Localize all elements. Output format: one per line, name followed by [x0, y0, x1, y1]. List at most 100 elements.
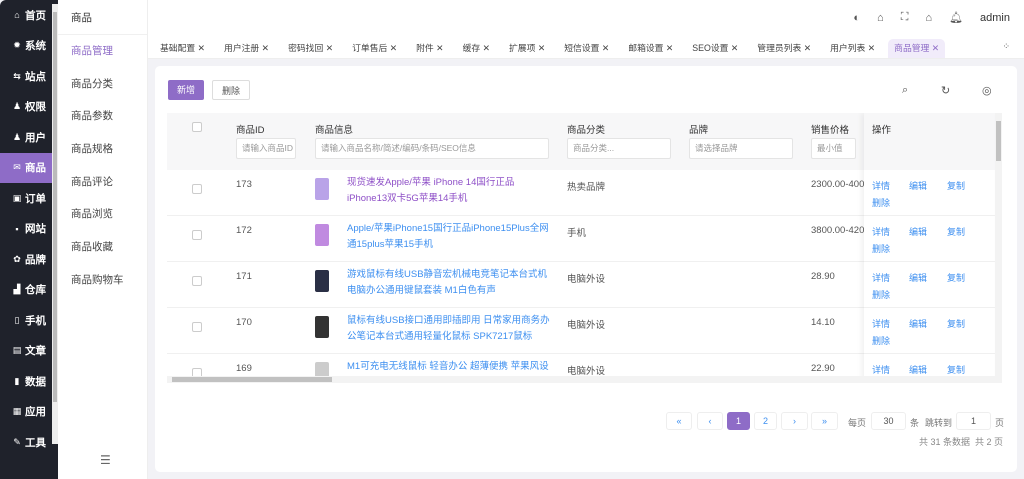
close-icon[interactable]: ✕	[195, 43, 205, 53]
tab-item[interactable]: 扩展项 ✕	[503, 39, 551, 58]
row-checkbox[interactable]	[192, 322, 202, 332]
product-title-link[interactable]: Apple/苹果iPhone15国行正品iPhone15Plus全网通15plu…	[347, 221, 552, 253]
close-icon[interactable]: ✕	[535, 43, 545, 53]
id-filter-input[interactable]: 请输入商品ID	[236, 138, 296, 159]
tab-item[interactable]: 用户列表 ✕	[824, 39, 881, 58]
sidebar-item-3[interactable]: ♟ 权限	[0, 92, 52, 123]
copy-link[interactable]: 复制	[947, 317, 965, 330]
edit-link[interactable]: 编辑	[909, 317, 927, 330]
sidebar-item-12[interactable]: ▮ 数据	[0, 366, 52, 397]
user-menu[interactable]: admin	[980, 12, 1010, 24]
edit-link[interactable]: 编辑	[909, 179, 927, 192]
tab-item[interactable]: 附件 ✕	[410, 39, 449, 58]
tab-item[interactable]: 管理员列表 ✕	[751, 39, 817, 58]
product-thumbnail[interactable]	[315, 316, 329, 338]
submenu-item[interactable]: 商品评论	[58, 166, 147, 199]
last-page-button[interactable]: »	[811, 412, 838, 430]
settings-icon[interactable]: ◎	[982, 84, 992, 97]
price-min-input[interactable]: 最小值	[811, 138, 856, 159]
product-title-link[interactable]: 现货速发Apple/苹果 iPhone 14国行正品iPhone13双卡5G苹果…	[347, 175, 552, 207]
product-thumbnail[interactable]	[315, 178, 329, 200]
tab-item[interactable]: 用户注册 ✕	[218, 39, 275, 58]
sidebar-item-8[interactable]: ✿ 品牌	[0, 244, 52, 275]
per-page-input[interactable]: 30	[871, 412, 906, 430]
tab-item[interactable]: 密码找回 ✕	[282, 39, 339, 58]
first-page-button[interactable]: «	[666, 412, 692, 430]
detail-link[interactable]: 详情	[872, 363, 890, 376]
sidebar-item-11[interactable]: ▤ 文章	[0, 336, 52, 367]
tab-item[interactable]: 基础配置 ✕	[154, 39, 211, 58]
next-page-button[interactable]: ›	[781, 412, 808, 430]
info-filter-input[interactable]: 请输入商品名称/简述/编码/条码/SEO信息	[315, 138, 549, 159]
close-icon[interactable]: ✕	[663, 43, 673, 53]
fullscreen-icon[interactable]: ⛶	[901, 11, 909, 24]
sidebar-item-1[interactable]: ✹ 系统	[0, 31, 52, 62]
sidebar-item-4[interactable]: ♟ 用户	[0, 122, 52, 153]
row-checkbox[interactable]	[192, 230, 202, 240]
bell-icon[interactable]: 🔔︎	[949, 11, 963, 24]
theme-palette-icon[interactable]: ◐	[853, 12, 860, 24]
detail-link[interactable]: 详情	[872, 271, 890, 284]
page-2-button[interactable]: 2	[754, 412, 777, 430]
tabs-menu-icon[interactable]: ⁘	[1002, 41, 1010, 52]
delete-button[interactable]: 删除	[212, 80, 251, 100]
submenu-item[interactable]: 商品参数	[58, 100, 147, 133]
close-icon[interactable]: ✕	[599, 43, 609, 53]
table-vertical-scrollbar[interactable]	[995, 113, 1002, 383]
submenu-item[interactable]: 商品规格	[58, 133, 147, 166]
jump-page-input[interactable]: 1	[956, 412, 991, 430]
category-filter-select[interactable]: 商品分类...	[567, 138, 671, 159]
select-all-checkbox[interactable]	[192, 122, 202, 132]
close-icon[interactable]: ✕	[387, 43, 397, 53]
delete-link[interactable]: 删除	[872, 288, 890, 301]
home-icon[interactable]: ⌂	[925, 12, 932, 24]
row-checkbox[interactable]	[192, 276, 202, 286]
page-1-button[interactable]: 1	[727, 412, 750, 430]
collapse-menu-icon[interactable]: ☰	[100, 453, 111, 467]
copy-link[interactable]: 复制	[947, 179, 965, 192]
edit-link[interactable]: 编辑	[909, 225, 927, 238]
prev-page-button[interactable]: ‹	[697, 412, 723, 430]
sidebar-item-2[interactable]: ⇆ 站点	[0, 61, 52, 92]
sidebar-item-10[interactable]: ▯ 手机	[0, 305, 52, 336]
header-brand[interactable]: 品牌	[689, 122, 708, 136]
sidebar-item-14[interactable]: ✎ 工具	[0, 427, 52, 458]
product-title-link[interactable]: 鼠标有线USB接口通用即插即用 日常家用商务办公笔记本台式通用轻量化鼠标 SPK…	[347, 313, 552, 345]
close-icon[interactable]: ✕	[865, 43, 875, 53]
detail-link[interactable]: 详情	[872, 225, 890, 238]
sidebar-item-0[interactable]: ⌂ 首页	[0, 0, 52, 31]
row-checkbox[interactable]	[192, 184, 202, 194]
search-icon[interactable]: ⌕	[902, 84, 908, 97]
product-title-link[interactable]: 游戏鼠标有线USB静音宏机械电竞笔记本台式机电脑办公通用键鼠套装 M1白色有声	[347, 267, 552, 299]
close-icon[interactable]: ✕	[480, 43, 490, 53]
close-icon[interactable]: ✕	[434, 43, 443, 53]
header-price[interactable]: 销售价格	[811, 122, 849, 136]
building-icon[interactable]: ⌂	[877, 12, 884, 24]
tab-item[interactable]: 邮箱设置 ✕	[622, 39, 679, 58]
tab-item[interactable]: 短信设置 ✕	[558, 39, 615, 58]
header-info[interactable]: 商品信息	[315, 122, 353, 136]
submenu-item[interactable]: 商品浏览	[58, 198, 147, 231]
submenu-item[interactable]: 商品收藏	[58, 231, 147, 264]
edit-link[interactable]: 编辑	[909, 271, 927, 284]
close-icon[interactable]: ✕	[728, 43, 738, 53]
close-icon[interactable]: ✕	[323, 43, 333, 53]
header-id[interactable]: 商品ID	[236, 122, 265, 136]
copy-link[interactable]: 复制	[947, 225, 965, 238]
copy-link[interactable]: 复制	[947, 271, 965, 284]
tab-item[interactable]: 订单售后 ✕	[346, 39, 403, 58]
detail-link[interactable]: 详情	[872, 317, 890, 330]
close-icon[interactable]: ✕	[259, 43, 269, 53]
refresh-icon[interactable]: ↻	[941, 84, 950, 97]
tab-item[interactable]: 缓存 ✕	[457, 39, 496, 58]
close-icon[interactable]: ✕	[801, 43, 811, 53]
sidebar-item-9[interactable]: ▟ 仓库	[0, 275, 52, 306]
brand-filter-select[interactable]: 请选择品牌	[689, 138, 793, 159]
add-button[interactable]: 新增	[168, 80, 205, 100]
delete-link[interactable]: 删除	[872, 196, 890, 209]
edit-link[interactable]: 编辑	[909, 363, 927, 376]
table-horizontal-scrollbar[interactable]	[167, 376, 995, 383]
delete-link[interactable]: 删除	[872, 242, 890, 255]
submenu-item[interactable]: 商品分类	[58, 68, 147, 101]
copy-link[interactable]: 复制	[947, 363, 965, 376]
